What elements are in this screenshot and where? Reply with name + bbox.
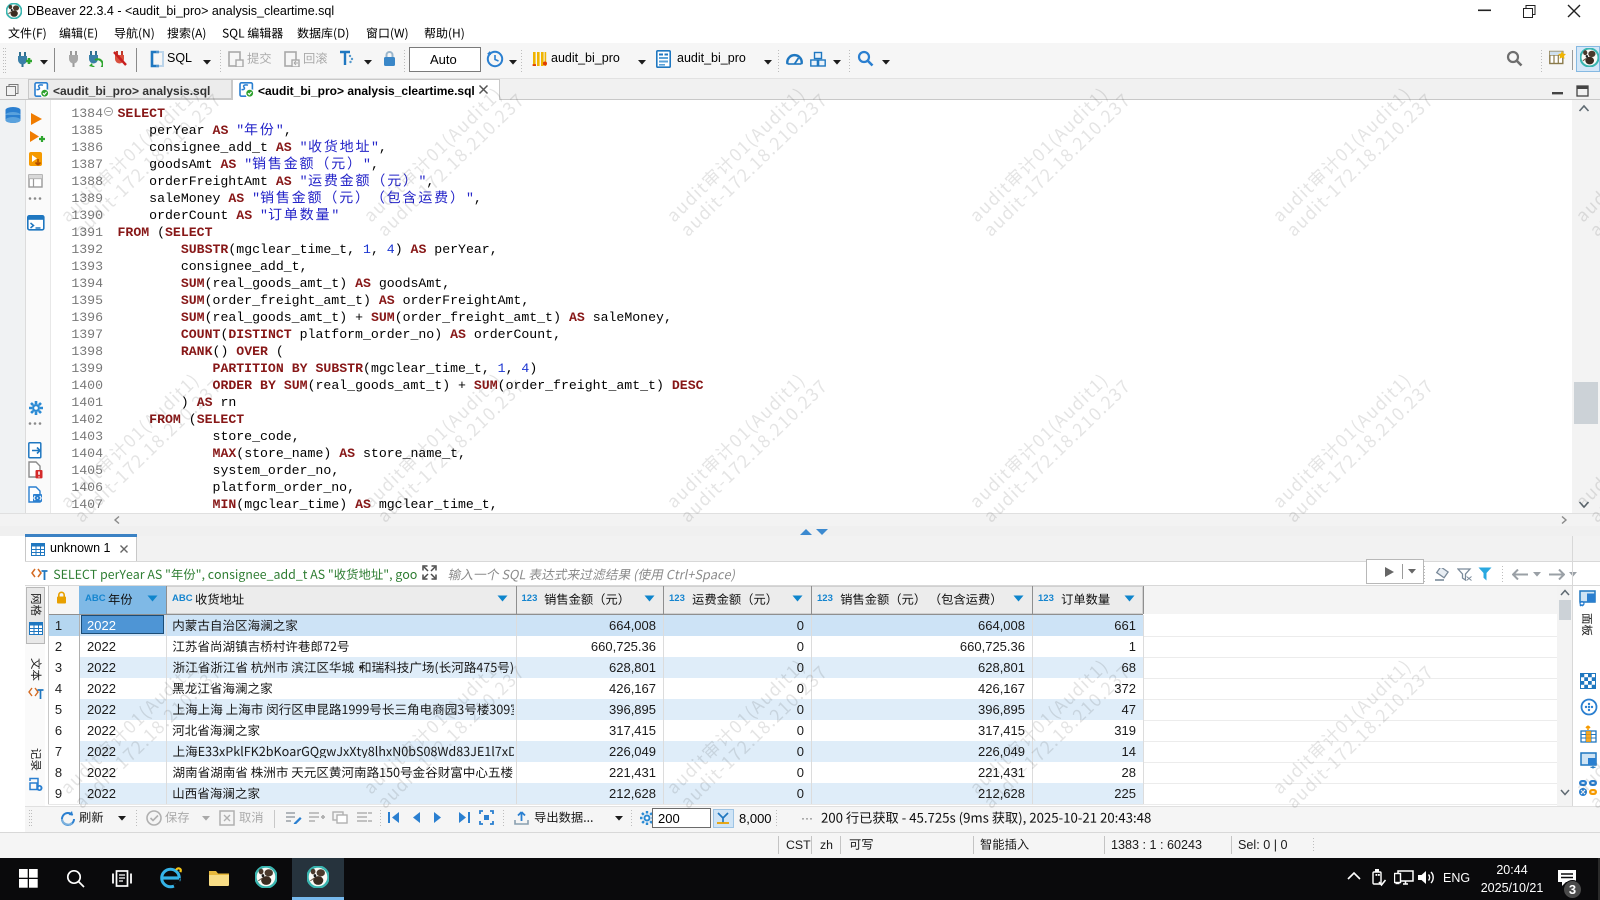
svg-text:3: 3 [1569, 882, 1576, 897]
